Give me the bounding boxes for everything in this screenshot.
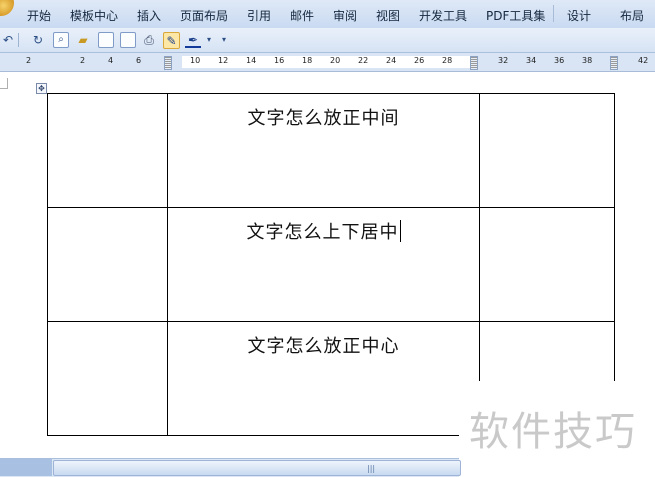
scrollbar-grip-icon: ||| bbox=[367, 464, 376, 473]
tab-page-layout[interactable]: 页面布局 bbox=[180, 7, 228, 24]
column-marker[interactable] bbox=[470, 56, 478, 70]
ruler-label: 32 bbox=[498, 56, 509, 65]
ribbon-tab-bar: 开始 模板中心 插入 页面布局 引用 邮件 审阅 视图 开发工具 PDF工具集 … bbox=[0, 0, 655, 29]
tab-insert[interactable]: 插入 bbox=[137, 7, 161, 24]
table-cell[interactable] bbox=[47, 93, 168, 208]
open-folder-icon[interactable]: ▰ bbox=[75, 32, 91, 48]
page-icon[interactable] bbox=[98, 32, 114, 48]
cell-text: 文字怎么放正中间 bbox=[247, 108, 400, 129]
horizontal-scrollbar[interactable]: ||| bbox=[0, 458, 461, 477]
redo-icon[interactable]: ↻ bbox=[30, 32, 46, 48]
watermark: 软件技巧 bbox=[459, 381, 655, 476]
ruler-label: 12 bbox=[218, 56, 229, 65]
tab-mailings[interactable]: 邮件 bbox=[290, 7, 314, 24]
cell-text: 文字怎么放正中心 bbox=[247, 336, 400, 357]
tab-home[interactable]: 开始 bbox=[27, 7, 51, 24]
tab-references[interactable]: 引用 bbox=[247, 7, 271, 24]
ruler-label: 22 bbox=[358, 56, 369, 65]
table-cell[interactable] bbox=[47, 321, 168, 436]
ruler-label: 16 bbox=[274, 56, 285, 65]
column-marker[interactable] bbox=[164, 56, 172, 70]
undo-icon[interactable]: ↶ bbox=[0, 32, 16, 48]
horizontal-ruler[interactable]: 2 2 4 6 10 12 14 16 18 20 22 24 26 28 32… bbox=[0, 53, 655, 72]
pen-color-icon[interactable]: ✒ bbox=[185, 32, 201, 48]
customize-dropdown-icon[interactable]: ▾ bbox=[216, 32, 232, 48]
ruler-label: 2 bbox=[26, 56, 32, 65]
ruler-label: 6 bbox=[136, 56, 142, 65]
office-button[interactable] bbox=[0, 0, 14, 16]
ruler-label: 24 bbox=[386, 56, 397, 65]
quick-access-toolbar: ↶ ↻ ⌕ ▰ ⎙ ✎ ✒ ▾ ▾ bbox=[0, 28, 655, 53]
table-cell[interactable] bbox=[479, 207, 615, 322]
cell-text: 文字怎么上下居中 bbox=[246, 222, 399, 243]
toolbar-separator bbox=[18, 33, 19, 47]
ruler-label: 2 bbox=[80, 56, 86, 65]
table-cell[interactable]: 文字怎么上下居中 bbox=[167, 207, 480, 322]
tab-design[interactable]: 设计 bbox=[567, 7, 591, 24]
watermark-text: 软件技巧 bbox=[469, 409, 637, 455]
table-cell[interactable]: 文字怎么放正中间 bbox=[167, 93, 480, 208]
ruler-label: 20 bbox=[330, 56, 341, 65]
tab-developer[interactable]: 开发工具 bbox=[419, 7, 467, 24]
ruler-label: 38 bbox=[582, 56, 593, 65]
draw-table-icon[interactable]: ✎ bbox=[163, 32, 180, 49]
view-buttons-area[interactable] bbox=[0, 459, 52, 476]
tab-view[interactable]: 视图 bbox=[376, 7, 400, 24]
text-caret bbox=[399, 220, 401, 242]
column-marker[interactable] bbox=[610, 56, 618, 70]
ruler-label: 36 bbox=[554, 56, 565, 65]
ruler-label: 28 bbox=[442, 56, 453, 65]
margin-corner-mark bbox=[0, 78, 8, 89]
print-preview-icon[interactable]: ⌕ bbox=[53, 32, 69, 48]
ruler-label: 42 bbox=[638, 56, 649, 65]
table-cell[interactable]: 文字怎么放正中心 bbox=[167, 321, 480, 436]
tab-template-center[interactable]: 模板中心 bbox=[70, 7, 118, 24]
ruler-label: 4 bbox=[108, 56, 114, 65]
tab-pdf-tools[interactable]: PDF工具集 bbox=[486, 7, 545, 24]
ruler-label: 18 bbox=[302, 56, 313, 65]
table-move-handle[interactable]: ✥ bbox=[36, 83, 47, 94]
pen-color-dropdown-icon[interactable]: ▾ bbox=[201, 32, 217, 48]
tab-review[interactable]: 审阅 bbox=[333, 7, 357, 24]
ruler-label: 14 bbox=[246, 56, 257, 65]
print-icon[interactable]: ⎙ bbox=[141, 32, 157, 48]
cell-text-with-caret: 文字怎么上下居中 bbox=[168, 218, 479, 244]
ruler-label: 26 bbox=[414, 56, 425, 65]
table-row: 文字怎么上下居中 bbox=[47, 207, 615, 322]
new-document-icon[interactable] bbox=[120, 32, 136, 48]
scrollbar-thumb[interactable]: ||| bbox=[53, 460, 461, 476]
ruler-label: 10 bbox=[190, 56, 201, 65]
tab-separator bbox=[553, 5, 554, 22]
table-cell[interactable] bbox=[479, 93, 615, 208]
table-row: 文字怎么放正中间 bbox=[47, 93, 615, 208]
ruler-label: 34 bbox=[526, 56, 537, 65]
tab-layout[interactable]: 布局 bbox=[620, 7, 644, 24]
table-cell[interactable] bbox=[47, 207, 168, 322]
